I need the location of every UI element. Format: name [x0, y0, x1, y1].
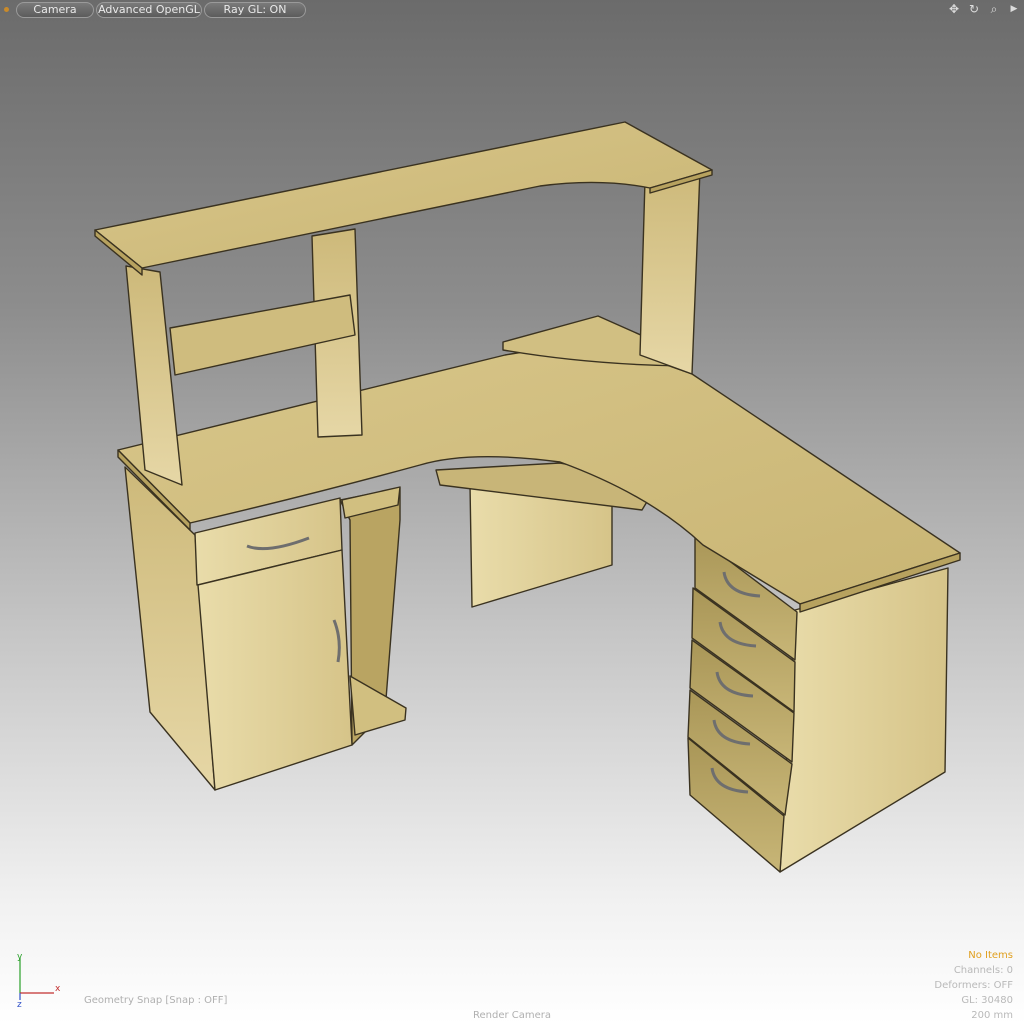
gl-info: GL: 30480	[961, 995, 1013, 1006]
camera-name: Render Camera	[472, 1010, 552, 1021]
axis-gizmo: y x z	[14, 950, 74, 1010]
3d-viewport[interactable]: Camera Advanced OpenGL Ray GL: ON ✥ ↻ ⌕ …	[0, 0, 1024, 1024]
axis-y-label: y	[17, 952, 23, 962]
axis-x-label: x	[55, 984, 61, 994]
channels-info: Channels: 0	[953, 965, 1013, 976]
left-door	[197, 549, 353, 791]
desk-model[interactable]	[0, 0, 1024, 1024]
right-pedestal-side	[779, 567, 949, 873]
deformers-info: Deformers: OFF	[934, 980, 1013, 991]
grid-scale-info: 200 mm	[971, 1010, 1013, 1021]
axis-z-label: z	[17, 1000, 22, 1010]
snap-status: Geometry Snap [Snap : OFF]	[84, 995, 228, 1006]
hutch-top	[94, 121, 713, 269]
selection-info: No Items	[968, 950, 1013, 961]
hutch-right-side	[639, 169, 701, 375]
